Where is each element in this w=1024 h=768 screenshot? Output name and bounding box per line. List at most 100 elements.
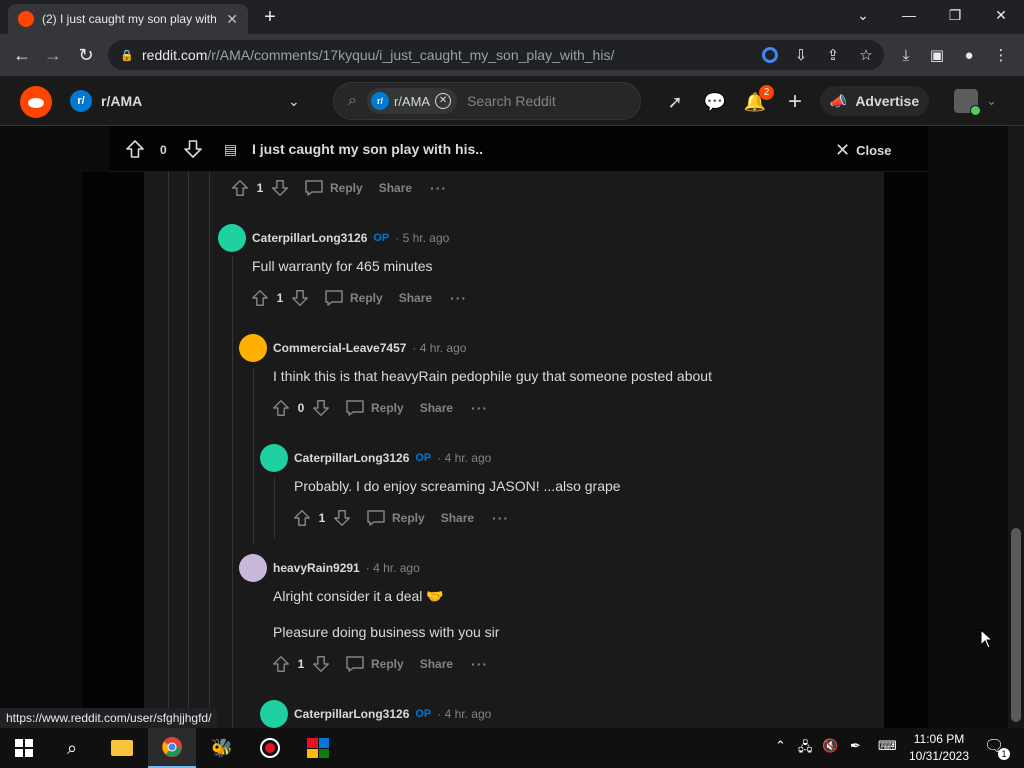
more-options-icon[interactable]: ··· <box>450 290 467 306</box>
downvote-icon[interactable] <box>332 508 352 528</box>
more-options-icon[interactable]: ··· <box>471 656 488 672</box>
reply-button[interactable]: Reply <box>304 179 363 197</box>
volume-muted-icon[interactable]: 🔇 <box>822 738 838 754</box>
tab-search-chevron-icon[interactable]: ⌄ <box>840 0 886 30</box>
comment-timestamp[interactable]: · 4 hr. ago <box>437 707 491 721</box>
reload-button[interactable]: ↻ <box>73 42 99 68</box>
bookmark-star-icon[interactable]: ☆ <box>855 44 877 66</box>
remove-chip-icon[interactable]: ✕ <box>435 93 452 109</box>
comment-header: heavyRain9291 · 4 hr. ago <box>239 554 420 582</box>
close-window-button[interactable]: ✕ <box>978 0 1024 30</box>
search-bar[interactable]: ⌕ r/ r/AMA ✕ Search Reddit <box>333 82 641 120</box>
comment-author[interactable]: heavyRain9291 <box>273 561 360 575</box>
browser-tab[interactable]: (2) I just caught my son play with his..… <box>8 4 248 34</box>
avatar[interactable] <box>218 224 246 252</box>
more-options-icon[interactable]: ··· <box>430 180 447 196</box>
chevron-down-icon[interactable]: ⌄ <box>288 93 300 110</box>
user-avatar[interactable] <box>954 89 981 116</box>
reply-button[interactable]: Reply <box>345 399 404 417</box>
chrome-taskbar-icon[interactable] <box>148 728 196 768</box>
install-app-icon[interactable]: ⇩ <box>790 44 812 66</box>
more-options-icon[interactable]: ··· <box>471 400 488 416</box>
thread-line[interactable] <box>232 256 233 728</box>
share-button[interactable]: Share <box>420 401 453 415</box>
comment-author[interactable]: Commercial-Leave7457 <box>273 341 406 355</box>
share-button[interactable]: Share <box>399 291 432 305</box>
pen-icon[interactable]: ✒ <box>850 738 861 754</box>
post-downvote-icon[interactable] <box>182 138 204 160</box>
thread-line[interactable] <box>274 478 275 538</box>
new-tab-button[interactable]: + <box>258 6 282 30</box>
reply-button[interactable]: Reply <box>324 289 383 307</box>
reply-button[interactable]: Reply <box>366 509 425 527</box>
media-app-icon[interactable] <box>294 728 342 768</box>
close-tab-icon[interactable]: ✕ <box>226 11 238 28</box>
downvote-icon[interactable] <box>270 178 290 198</box>
windows-start-icon[interactable] <box>0 728 48 768</box>
upvote-icon[interactable] <box>271 654 291 674</box>
post-title[interactable]: I just caught my son play with his.. <box>252 141 483 157</box>
profile-icon[interactable]: ● <box>958 44 980 66</box>
avatar[interactable] <box>260 444 288 472</box>
share-page-icon[interactable]: ⇪ <box>822 44 844 66</box>
more-options-icon[interactable]: ··· <box>492 510 509 526</box>
post-upvote-icon[interactable] <box>124 138 146 160</box>
chat-icon[interactable]: 💬 <box>703 90 727 114</box>
restore-button[interactable]: ❐ <box>932 0 978 30</box>
downvote-icon[interactable] <box>311 398 331 418</box>
upvote-icon[interactable] <box>292 508 312 528</box>
network-icon[interactable]: 🖧 <box>798 738 813 760</box>
comment-timestamp[interactable]: · 4 hr. ago <box>366 561 420 575</box>
share-button[interactable]: Share <box>420 657 453 671</box>
lock-icon[interactable]: 🔒 <box>120 49 134 62</box>
reply-button[interactable]: Reply <box>345 655 404 673</box>
popular-icon[interactable]: ➚ <box>663 90 687 114</box>
tray-overflow-chevron-icon[interactable]: ⌃ <box>775 738 786 754</box>
minimize-button[interactable]: — <box>886 0 932 30</box>
taskbar-clock[interactable]: 11:06 PM 10/31/2023 <box>904 731 974 765</box>
comment-header: CaterpillarLong3126 OP · 5 hr. ago <box>218 224 449 252</box>
thread-line[interactable] <box>253 368 254 544</box>
file-explorer-icon[interactable] <box>98 728 146 768</box>
comment-timestamp[interactable]: · 5 hr. ago <box>395 231 449 245</box>
comment-timestamp[interactable]: · 4 hr. ago <box>412 341 466 355</box>
close-post-button[interactable]: ✕ Close <box>835 140 892 161</box>
create-post-icon[interactable]: + <box>783 88 807 115</box>
search-input[interactable]: Search Reddit <box>467 93 556 109</box>
advertise-button[interactable]: 📣 Advertise <box>820 86 929 116</box>
record-app-icon[interactable] <box>246 728 294 768</box>
comment-author[interactable]: CaterpillarLong3126 <box>252 231 367 245</box>
share-button[interactable]: Share <box>441 511 474 525</box>
search-community-chip[interactable]: r/ r/AMA ✕ <box>366 88 458 114</box>
downvote-icon[interactable] <box>311 654 331 674</box>
thread-line[interactable] <box>188 172 189 728</box>
google-lens-icon[interactable] <box>759 44 781 66</box>
keyboard-icon[interactable]: ⌨ <box>878 738 897 754</box>
reddit-logo-icon[interactable] <box>20 86 52 118</box>
downloads-icon[interactable]: ⤓ <box>895 44 917 66</box>
taskbar-search-icon[interactable]: ⌕ <box>48 728 96 768</box>
op-badge: OP <box>415 452 432 464</box>
comment-author[interactable]: CaterpillarLong3126 <box>294 707 409 721</box>
avatar[interactable] <box>260 700 288 728</box>
upvote-icon[interactable] <box>250 288 270 308</box>
thread-line[interactable] <box>209 172 210 728</box>
share-button[interactable]: Share <box>379 181 412 195</box>
bee-app-icon[interactable]: 🐝 <box>198 728 246 768</box>
avatar[interactable] <box>239 334 267 362</box>
side-panel-icon[interactable]: ▣ <box>926 44 948 66</box>
upvote-icon[interactable] <box>230 178 250 198</box>
back-button[interactable]: ← <box>9 42 35 68</box>
community-selector[interactable]: r/AMA <box>101 93 142 109</box>
upvote-icon[interactable] <box>271 398 291 418</box>
action-center-badge: 1 <box>998 748 1010 760</box>
scrollbar-thumb[interactable] <box>1011 528 1021 722</box>
user-menu-chevron-icon[interactable]: ⌄ <box>986 93 997 109</box>
avatar[interactable] <box>239 554 267 582</box>
downvote-icon[interactable] <box>290 288 310 308</box>
comment-author[interactable]: CaterpillarLong3126 <box>294 451 409 465</box>
forward-button[interactable]: → <box>40 42 66 68</box>
chrome-menu-icon[interactable]: ⋮ <box>990 44 1012 66</box>
thread-line[interactable] <box>168 172 169 728</box>
comment-timestamp[interactable]: · 4 hr. ago <box>437 451 491 465</box>
